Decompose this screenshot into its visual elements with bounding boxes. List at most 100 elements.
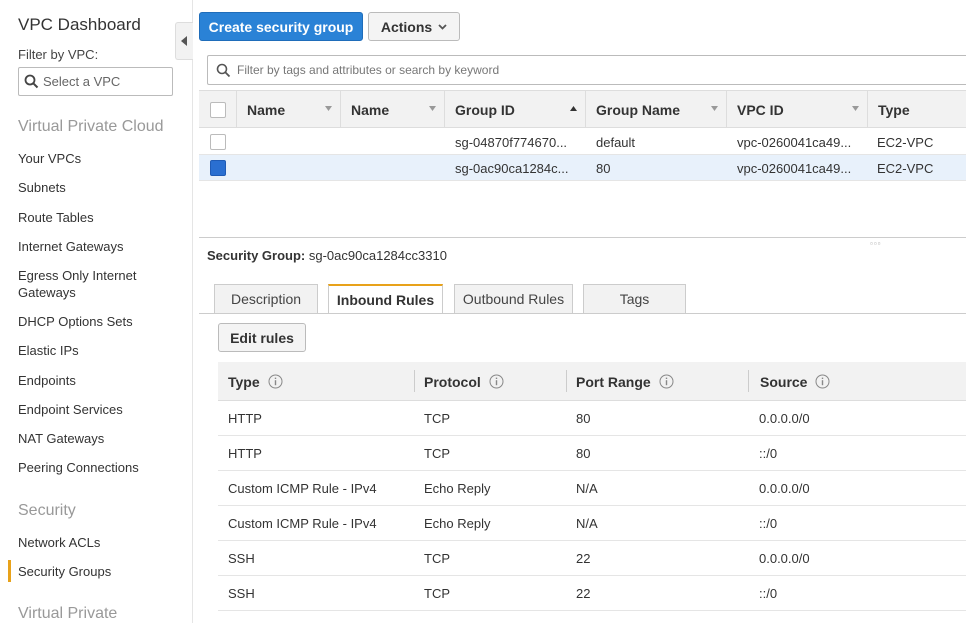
sidebar-item-endpoints[interactable]: Endpoints [18, 372, 178, 389]
cell-source: ::/0 [759, 516, 778, 531]
chevron-left-icon [181, 36, 187, 46]
row-checkbox[interactable] [210, 160, 226, 176]
actions-label: Actions [380, 18, 433, 35]
security-group-label-key: Security Group: [207, 248, 306, 263]
sidebar-item-route-tables[interactable]: Route Tables [18, 209, 178, 226]
row-checkbox-cell [199, 129, 237, 155]
column-separator [414, 370, 415, 392]
sort-down-icon [325, 106, 332, 111]
tab-tags[interactable]: Tags [583, 284, 686, 314]
tab-description[interactable]: Description [214, 284, 318, 314]
cell-protocol: TCP [424, 411, 450, 426]
sidebar-item-security-groups[interactable]: Security Groups [18, 563, 178, 580]
row-checkbox[interactable] [210, 134, 226, 150]
column-separator [748, 370, 749, 392]
cell-type: HTTP [228, 411, 262, 426]
column-header-label: Group Name [596, 101, 681, 118]
cell-port-range: 22 [576, 586, 591, 601]
cell-vpc-id: vpc-0260041ca49... [737, 160, 852, 176]
search-icon [24, 74, 39, 89]
cell-port-range: N/A [576, 516, 598, 531]
tab-outbound-rules[interactable]: Outbound Rules [454, 284, 573, 314]
section-virtual-private-cloud: Virtual Private Cloud [18, 118, 164, 135]
cell-protocol: Echo Reply [424, 481, 491, 496]
cell-type: EC2-VPC [877, 134, 934, 150]
table-row: HTTP TCP 80 ::/0 [218, 436, 966, 471]
cell-port-range: 80 [576, 446, 591, 461]
cell-vpc-id: vpc-0260041ca49... [737, 134, 852, 150]
cell-type: EC2-VPC [877, 160, 934, 176]
column-separator [566, 370, 567, 392]
column-header-vpc-id[interactable]: VPC ID [727, 91, 868, 128]
section-security: Security [18, 502, 76, 519]
cell-group-name: 80 [596, 160, 611, 176]
sidebar-item-elastic-ips[interactable]: Elastic IPs [18, 342, 178, 359]
column-header-port-range: Port Range [576, 362, 674, 401]
panel-divider[interactable] [199, 237, 966, 238]
column-header-label: Name [351, 101, 390, 118]
column-header-name[interactable]: Name [237, 91, 341, 128]
tab-inbound-rules[interactable]: Inbound Rules [328, 284, 443, 314]
column-header-source: Source [760, 362, 830, 401]
sidebar-item-subnets[interactable]: Subnets [18, 179, 178, 196]
table-row[interactable]: sg-04870f774670... default vpc-0260041ca… [199, 129, 966, 155]
info-icon[interactable] [489, 374, 504, 389]
info-icon[interactable] [659, 374, 674, 389]
sidebar-item-peering-connections[interactable]: Peering Connections [18, 459, 178, 476]
sidebar-item-egress-only-internet-gateways[interactable]: Egress Only Internet Gateways [18, 267, 148, 301]
column-header-label: Source [760, 373, 808, 390]
active-indicator [8, 560, 11, 582]
cell-protocol: TCP [424, 446, 450, 461]
column-header-label: Group ID [455, 101, 515, 118]
filter-search-input[interactable]: Filter by tags and attributes or search … [207, 55, 966, 85]
collapse-sidebar-button[interactable] [175, 22, 193, 60]
resize-handle-icon[interactable]: ▫▫▫ [870, 239, 882, 248]
sidebar: VPC Dashboard Filter by VPC: Select a VP… [0, 0, 193, 623]
column-header-label: VPC ID [737, 101, 784, 118]
table-row[interactable]: sg-0ac90ca1284c... 80 vpc-0260041ca49...… [199, 155, 966, 181]
edit-rules-button[interactable]: Edit rules [218, 323, 306, 352]
sidebar-item-your-vpcs[interactable]: Your VPCs [18, 150, 178, 167]
cell-type: SSH [228, 586, 255, 601]
security-groups-table-header: Name Name Group ID Group Name VPC ID Typ… [199, 90, 966, 128]
select-all-checkbox[interactable] [209, 101, 226, 118]
column-header-label: Name [247, 101, 286, 118]
select-all-cell [199, 91, 237, 128]
cell-group-name: default [596, 134, 636, 150]
column-header-label: Type [228, 373, 260, 390]
column-header-type: Type [228, 362, 283, 401]
info-icon[interactable] [815, 374, 830, 389]
info-icon[interactable] [268, 374, 283, 389]
sidebar-title[interactable]: VPC Dashboard [18, 15, 141, 35]
sidebar-item-internet-gateways[interactable]: Internet Gateways [18, 238, 178, 255]
chevron-down-icon [438, 23, 447, 30]
cell-protocol: Echo Reply [424, 516, 491, 531]
cell-protocol: TCP [424, 586, 450, 601]
security-group-label: Security Group: sg-0ac90ca1284cc3310 [207, 248, 447, 263]
actions-button[interactable]: Actions [368, 12, 460, 41]
table-row: HTTP TCP 80 0.0.0.0/0 [218, 401, 966, 436]
column-header-type[interactable]: Type [868, 91, 966, 128]
create-security-group-button[interactable]: Create security group [199, 12, 363, 41]
table-row: Custom ICMP Rule - IPv4 Echo Reply N/A 0… [218, 471, 966, 506]
sidebar-item-nat-gateways[interactable]: NAT Gateways [18, 430, 178, 447]
cell-source: ::/0 [759, 446, 778, 461]
row-checkbox-cell [199, 155, 237, 181]
table-row: SSH TCP 22 0.0.0.0/0 [218, 541, 966, 576]
sidebar-item-network-acls[interactable]: Network ACLs [18, 534, 178, 551]
column-header-group-id[interactable]: Group ID [445, 91, 586, 128]
cell-source: 0.0.0.0/0 [759, 411, 810, 426]
column-header-name-2[interactable]: Name [341, 91, 445, 128]
vpc-select[interactable]: Select a VPC [18, 67, 173, 96]
cell-group-id: sg-04870f774670... [455, 134, 568, 150]
table-row: SSH TCP 22 ::/0 [218, 576, 966, 611]
cell-group-id: sg-0ac90ca1284c... [455, 160, 569, 176]
column-header-label: Protocol [424, 373, 481, 390]
sidebar-item-dhcp-options-sets[interactable]: DHCP Options Sets [18, 313, 178, 330]
table-row: Custom ICMP Rule - IPv4 Echo Reply N/A :… [218, 506, 966, 541]
cell-port-range: 22 [576, 551, 591, 566]
filter-by-vpc-label: Filter by VPC: [18, 47, 99, 62]
search-placeholder: Filter by tags and attributes or search … [237, 63, 500, 77]
column-header-group-name[interactable]: Group Name [586, 91, 727, 128]
sidebar-item-endpoint-services[interactable]: Endpoint Services [18, 401, 178, 418]
